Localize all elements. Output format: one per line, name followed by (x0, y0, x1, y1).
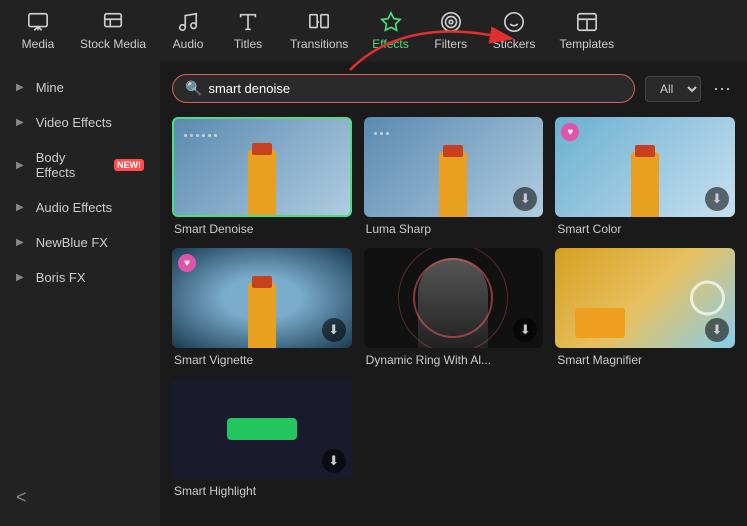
download-icon[interactable]: ⬇ (705, 318, 729, 342)
sidebar-label-boris-fx: Boris FX (36, 270, 86, 285)
sidebar-label-mine: Mine (36, 80, 64, 95)
effect-thumb-smart-vignette: ⬇ (172, 248, 352, 348)
nav-label-effects: Effects (372, 37, 408, 51)
effect-card-smart-color[interactable]: ⬇ Smart Color (555, 117, 735, 236)
nav-item-transitions[interactable]: Transitions (278, 5, 360, 57)
sidebar: ▶ Mine ▶ Video Effects ▶ Body Effects NE… (0, 62, 160, 526)
chevron-icon: ▶ (16, 117, 24, 128)
search-bar: 🔍 All ··· (172, 74, 735, 103)
new-badge: NEW! (114, 159, 144, 171)
effect-thumb-dynamic-ring: ⬇ (364, 248, 544, 348)
effect-card-smart-magnifier[interactable]: ⬇ Smart Magnifier (555, 248, 735, 367)
nav-item-templates[interactable]: Templates (547, 5, 626, 57)
nav-item-titles[interactable]: Titles (218, 5, 278, 57)
sidebar-label-audio-effects: Audio Effects (36, 200, 112, 215)
nav-label-stock: Stock Media (80, 37, 146, 51)
effect-thumb-smart-highlight: ⬇ (172, 379, 352, 479)
nav-item-effects[interactable]: Effects (360, 5, 420, 57)
nav-item-stickers[interactable]: Stickers (481, 5, 548, 57)
effect-label-dynamic-ring: Dynamic Ring With Al... (364, 353, 544, 367)
main-content: 🔍 All ··· (160, 62, 747, 526)
download-icon[interactable]: ⬇ (322, 318, 346, 342)
chevron-icon: ▶ (16, 202, 24, 213)
effect-thumb-luma-sharp: ⬇ (364, 117, 544, 217)
chevron-icon: ▶ (16, 82, 24, 93)
nav-label-filters: Filters (434, 37, 467, 51)
effect-card-smart-highlight[interactable]: ⬇ Smart Highlight (172, 379, 352, 498)
sidebar-item-video-effects[interactable]: ▶ Video Effects (0, 105, 160, 140)
sidebar-item-boris-fx[interactable]: ▶ Boris FX (0, 260, 160, 295)
filter-dropdown[interactable]: All (645, 76, 701, 102)
sidebar-item-body-effects[interactable]: ▶ Body Effects NEW! (0, 140, 160, 190)
nav-label-titles: Titles (234, 37, 262, 51)
sidebar-collapse-button[interactable]: < (0, 477, 160, 518)
effect-card-smart-vignette[interactable]: ⬇ Smart Vignette (172, 248, 352, 367)
effect-thumb-smart-magnifier: ⬇ (555, 248, 735, 348)
effect-card-smart-denoise[interactable]: Smart Denoise (172, 117, 352, 236)
highlight-bar (227, 418, 297, 440)
body: ▶ Mine ▶ Video Effects ▶ Body Effects NE… (0, 62, 747, 526)
nav-label-audio: Audio (173, 37, 204, 51)
sidebar-item-mine[interactable]: ▶ Mine (0, 70, 160, 105)
search-icon: 🔍 (185, 80, 202, 97)
sidebar-item-audio-effects[interactable]: ▶ Audio Effects (0, 190, 160, 225)
sidebar-label-newblue-fx: NewBlue FX (36, 235, 108, 250)
filter-controls: All ··· (645, 76, 735, 102)
search-input[interactable] (208, 81, 622, 96)
download-icon[interactable]: ⬇ (322, 449, 346, 473)
more-button[interactable]: ··· (709, 78, 735, 99)
sidebar-label-video-effects: Video Effects (36, 115, 112, 130)
effect-label-luma-sharp: Luma Sharp (364, 222, 544, 236)
favorite-badge (178, 254, 196, 272)
effect-card-luma-sharp[interactable]: ⬇ Luma Sharp (364, 117, 544, 236)
effect-label-smart-highlight: Smart Highlight (172, 484, 352, 498)
top-nav: Media Stock Media Audio Titles (0, 0, 747, 62)
effect-label-smart-denoise: Smart Denoise (172, 222, 352, 236)
effect-thumb-smart-denoise (172, 117, 352, 217)
nav-label-templates: Templates (559, 37, 614, 51)
download-icon[interactable]: ⬇ (513, 187, 537, 211)
effect-thumb-smart-color: ⬇ (555, 117, 735, 217)
effects-grid: Smart Denoise ⬇ Luma Sharp (172, 117, 735, 498)
collapse-icon: < (16, 487, 27, 507)
effect-label-smart-magnifier: Smart Magnifier (555, 353, 735, 367)
effect-card-dynamic-ring[interactable]: ⬇ Dynamic Ring With Al... (364, 248, 544, 367)
nav-item-media[interactable]: Media (8, 5, 68, 57)
search-box[interactable]: 🔍 (172, 74, 635, 103)
favorite-badge (561, 123, 579, 141)
sidebar-label-body-effects: Body Effects (36, 150, 104, 180)
chevron-icon: ▶ (16, 237, 24, 248)
effect-label-smart-vignette: Smart Vignette (172, 353, 352, 367)
nav-label-media: Media (22, 37, 55, 51)
nav-label-transitions: Transitions (290, 37, 348, 51)
sidebar-item-newblue-fx[interactable]: ▶ NewBlue FX (0, 225, 160, 260)
chevron-icon: ▶ (16, 272, 24, 283)
nav-label-stickers: Stickers (493, 37, 536, 51)
chevron-icon: ▶ (16, 160, 24, 171)
nav-item-stock-media[interactable]: Stock Media (68, 5, 158, 57)
download-icon[interactable]: ⬇ (513, 318, 537, 342)
effect-label-smart-color: Smart Color (555, 222, 735, 236)
nav-item-audio[interactable]: Audio (158, 5, 218, 57)
download-icon[interactable]: ⬇ (705, 187, 729, 211)
nav-item-filters[interactable]: Filters (421, 5, 481, 57)
